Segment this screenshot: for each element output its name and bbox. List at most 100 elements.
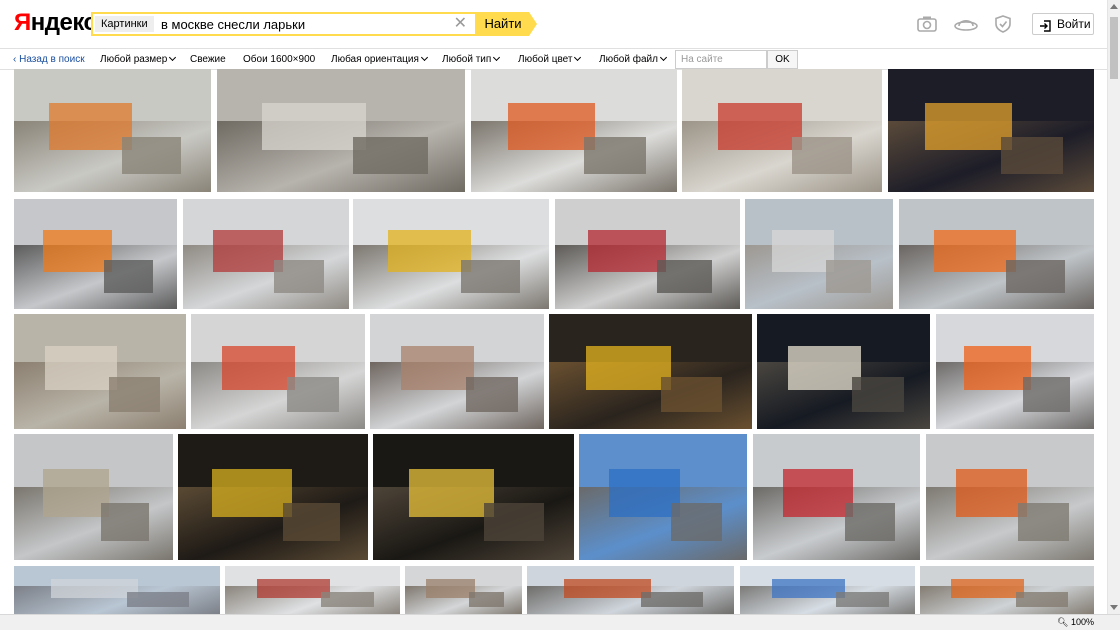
image-subject xyxy=(771,579,845,598)
filter-fresh[interactable]: Свежие xyxy=(190,54,226,65)
image-result-mosinform-crane[interactable] xyxy=(579,434,747,560)
status-bar: 🔍︎ 100% xyxy=(0,614,1120,630)
image-debris xyxy=(660,377,722,412)
image-debris xyxy=(108,377,161,412)
search-input[interactable] xyxy=(161,14,447,34)
image-result-snowy-rubble-street[interactable] xyxy=(745,199,893,309)
image-result-partial-kiosk-glass[interactable] xyxy=(14,566,220,614)
image-subject xyxy=(718,103,802,151)
vertical-scrollbar[interactable] xyxy=(1107,0,1120,614)
magnifier-icon: 🔍︎ xyxy=(1057,617,1069,627)
image-debris xyxy=(483,503,544,542)
image-subject xyxy=(585,346,671,390)
image-result-workers-kiosk-ruins[interactable] xyxy=(471,69,677,192)
image-debris xyxy=(584,136,647,174)
image-subject xyxy=(256,579,330,598)
login-button[interactable]: Войти xyxy=(1032,13,1094,35)
image-result-demolition-debris-aerial[interactable] xyxy=(14,69,211,192)
image-subject xyxy=(956,469,1027,518)
image-result-metro-night[interactable] xyxy=(757,314,930,429)
image-result-kiosk-cvety-demolished[interactable] xyxy=(682,69,882,192)
image-subject xyxy=(934,229,1016,272)
image-result-worker-orange-wrecked-kiosk[interactable] xyxy=(14,199,177,309)
scrollbar-thumb[interactable] xyxy=(1110,17,1118,79)
chevron-down-icon xyxy=(493,53,501,62)
image-subject xyxy=(42,469,110,518)
image-result-kiosk-on-truck[interactable] xyxy=(753,434,920,560)
image-result-rubble-pile-yard[interactable] xyxy=(14,314,186,429)
image-result-rubble-cathedral[interactable] xyxy=(183,199,349,309)
image-subject xyxy=(951,579,1025,598)
image-debris xyxy=(101,503,150,542)
back-to-search-link[interactable]: ‹ Назад в поиск xyxy=(13,54,85,65)
chevron-down-icon xyxy=(420,53,428,62)
zoom-value: 100% xyxy=(1070,617,1094,627)
image-debris xyxy=(671,503,722,542)
image-subject xyxy=(588,229,666,272)
shield-icon[interactable] xyxy=(993,14,1015,34)
image-debris xyxy=(1022,377,1071,412)
image-debris xyxy=(286,377,339,412)
image-debris xyxy=(460,259,520,293)
camera-icon[interactable] xyxy=(916,14,938,34)
back-label: Назад в поиск xyxy=(19,54,85,65)
login-label: Войти xyxy=(1057,17,1091,31)
image-subject xyxy=(564,579,652,598)
image-subject xyxy=(508,103,595,151)
filter-color[interactable]: Любой цвет xyxy=(518,53,582,65)
image-subject xyxy=(44,346,118,390)
image-result-metro-excavator-night[interactable] xyxy=(178,434,368,560)
site-filter-input[interactable]: На сайте xyxy=(675,50,767,69)
image-result-partial-tree-building[interactable] xyxy=(225,566,400,614)
image-debris xyxy=(1015,592,1068,607)
image-subject xyxy=(401,346,475,390)
image-result-street-ruins-lamp[interactable] xyxy=(370,314,544,429)
image-result-yellow-excavator-day[interactable] xyxy=(353,199,549,309)
image-result-excavator-pavilion-night[interactable] xyxy=(373,434,574,560)
search-box: Картинки ✕ xyxy=(91,12,477,36)
scroll-down-icon[interactable] xyxy=(1110,605,1118,610)
filter-type[interactable]: Любой тип xyxy=(442,53,501,65)
clear-icon[interactable]: ✕ xyxy=(454,15,467,33)
filter-type-label: Любой тип xyxy=(442,54,492,65)
filter-file[interactable]: Любой файл xyxy=(599,53,667,65)
image-debris xyxy=(656,259,713,293)
image-result-excavator-worker-night[interactable] xyxy=(549,314,752,429)
image-debris xyxy=(826,259,871,293)
image-result-metro-pavilion-rubble[interactable] xyxy=(217,69,465,192)
image-subject xyxy=(222,346,296,390)
image-subject xyxy=(49,103,133,151)
zoom-level[interactable]: 🔍︎ 100% xyxy=(1057,617,1094,628)
image-result-bobcat-loader[interactable] xyxy=(926,434,1094,560)
image-result-crane-truck-kiosk[interactable] xyxy=(936,314,1094,429)
image-subject xyxy=(409,469,494,518)
image-result-metal-frame-debris[interactable] xyxy=(14,434,173,560)
image-result-partial-street-cars[interactable] xyxy=(527,566,734,614)
filter-orientation[interactable]: Любая ориентация xyxy=(331,53,428,65)
filter-wallpapers[interactable]: Обои 1600×900 xyxy=(243,54,315,65)
image-result-glass-kiosk-workers[interactable] xyxy=(191,314,365,429)
image-subject xyxy=(212,229,283,272)
filter-size[interactable]: Любой размер xyxy=(100,53,177,65)
image-result-partial-building-worker[interactable] xyxy=(405,566,522,614)
image-debris xyxy=(852,377,905,412)
site-filter-ok-button[interactable]: OK xyxy=(767,50,798,69)
image-result-workers-dog-street[interactable] xyxy=(899,199,1094,309)
image-subject xyxy=(51,579,138,598)
search-service-tag[interactable]: Картинки xyxy=(95,16,154,32)
search-button[interactable]: Найти xyxy=(477,12,537,36)
image-subject xyxy=(609,469,680,518)
yandex-logo[interactable]: Яндекс xyxy=(14,9,97,37)
image-debris xyxy=(122,136,182,174)
scroll-up-icon[interactable] xyxy=(1110,4,1118,9)
filter-orientation-label: Любая ориентация xyxy=(331,54,419,65)
image-subject xyxy=(261,103,366,151)
image-debris xyxy=(127,592,190,607)
image-result-partial-worker-debris[interactable] xyxy=(920,566,1094,614)
image-result-partial-pavilion-street[interactable] xyxy=(740,566,915,614)
image-result-kiosk-obuv-ruins[interactable] xyxy=(555,199,740,309)
image-subject xyxy=(212,469,292,518)
collections-icon[interactable] xyxy=(953,14,979,34)
image-result-excavator-night[interactable] xyxy=(888,69,1094,192)
image-debris xyxy=(469,592,505,607)
